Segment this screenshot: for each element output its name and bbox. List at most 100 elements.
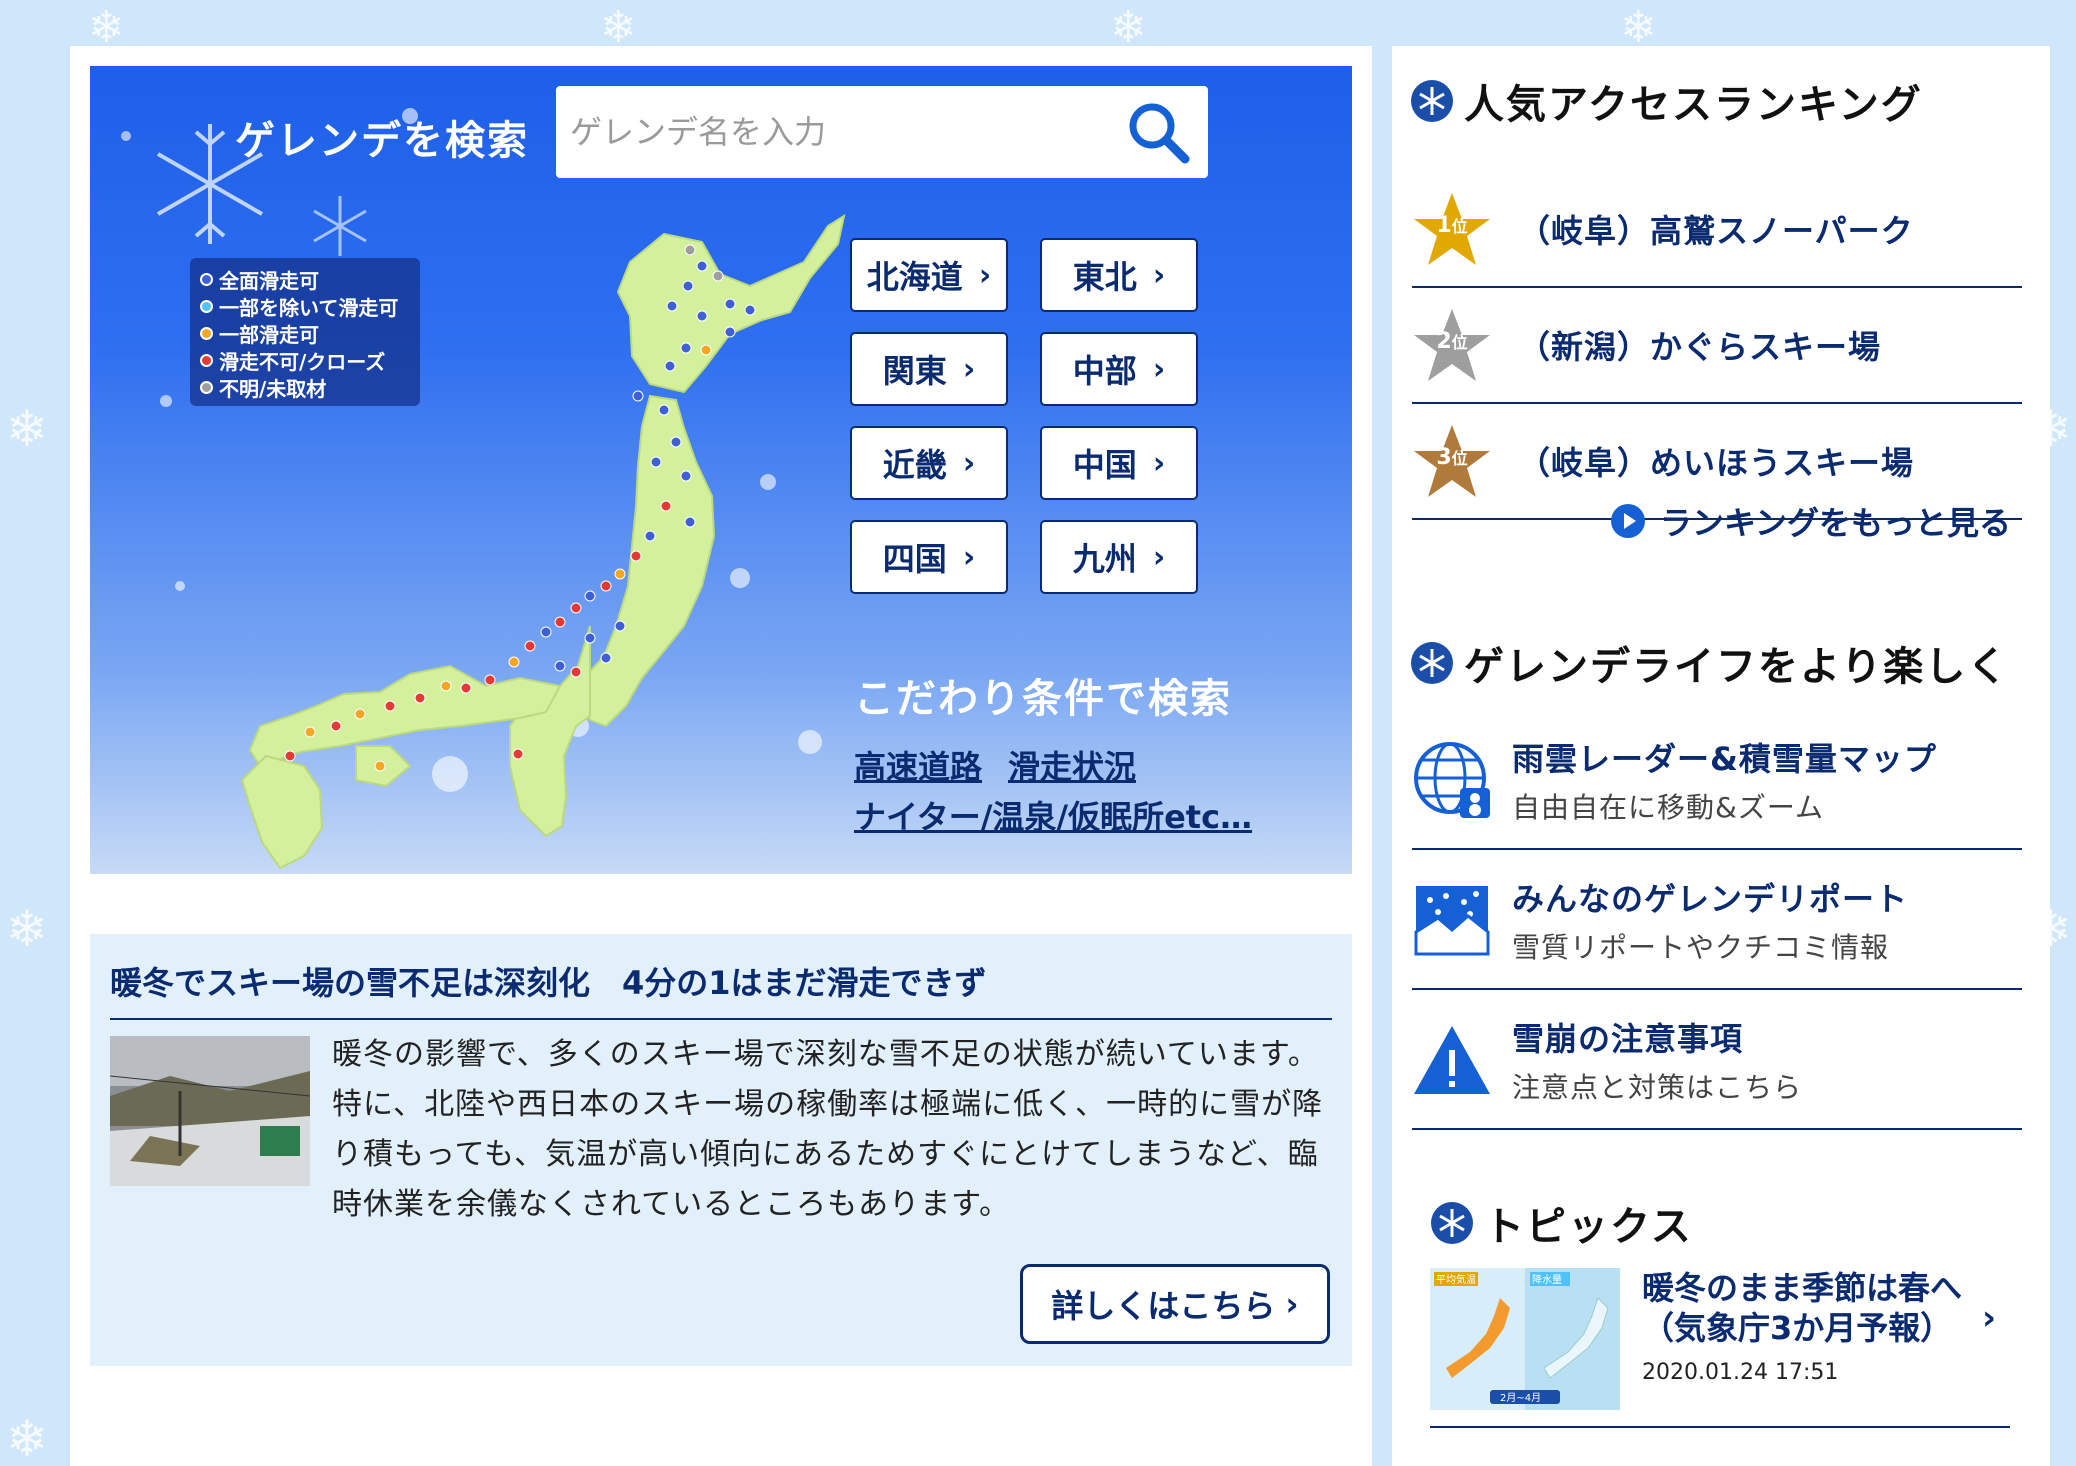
- feature-title: 雪崩の注意事項: [1512, 1020, 1744, 1058]
- topic-thumbnail: 平均気温 降水量 2月~4月: [1430, 1268, 1620, 1410]
- region-button-shikoku[interactable]: 四国 ›: [850, 520, 1008, 594]
- region-label: 近畿: [882, 446, 947, 484]
- ranking-name: （岐阜）めいほうスキー場: [1518, 444, 1915, 482]
- search-icon: [1129, 103, 1190, 164]
- snowflake-decoration: ❄: [6, 900, 48, 958]
- region-button-kanto[interactable]: 関東 ›: [850, 332, 1008, 406]
- feature-title: 雨雲レーダー&積雪量マップ: [1512, 740, 1937, 778]
- legend-label: 一部を除いて滑走可: [219, 296, 399, 320]
- region-label: 中部: [1072, 352, 1137, 390]
- legend-item: 一部滑走可: [200, 320, 410, 347]
- search-heading: ゲレンデを検索: [235, 118, 529, 164]
- news-photo: [110, 1036, 310, 1186]
- status-dot-icon: [200, 300, 213, 313]
- status-legend: 全面滑走可 一部を除いて滑走可 一部滑走可 滑走不可/クローズ 不明/未取材: [190, 258, 420, 406]
- news-body: 暖冬の影響で、多くのスキー場で深刻な雪不足の状態が続いています。 特に、北陸や西…: [332, 1037, 1324, 1222]
- status-dot-icon: [200, 327, 213, 340]
- snowflake-badge-icon: [1431, 1202, 1473, 1244]
- snowflake-decoration: ❄: [6, 1410, 48, 1466]
- region-label: 北海道: [866, 258, 963, 296]
- legend-item: 滑走不可/クローズ: [200, 347, 410, 374]
- legend-label: 不明/未取材: [219, 377, 327, 401]
- feature-snow-report[interactable]: みんなのゲレンデリポート 雪質リポートやクチコミ情報: [1412, 852, 2022, 990]
- search-button[interactable]: [1108, 86, 1208, 178]
- news-more-label: 詳しくはこちら: [1051, 1287, 1276, 1325]
- topics-heading: トピックス: [1430, 1194, 1693, 1252]
- chevron-right-icon: ›: [962, 351, 976, 387]
- ranking-name: （新潟）かぐらスキー場: [1518, 328, 1882, 366]
- region-label: 中国: [1072, 446, 1137, 484]
- side-panel: 人気アクセスランキング 1位 （岐阜）高鷲スノーパーク 2位 （新潟）かぐらスキ…: [1392, 46, 2050, 1466]
- topics-heading-text: トピックス: [1484, 1204, 1693, 1250]
- topic-item[interactable]: 平均気温 降水量 2月~4月 暖冬のまま季節は春へ（気象庁3か月予報） 2020…: [1430, 1268, 2010, 1428]
- region-button-chubu[interactable]: 中部 ›: [1040, 332, 1198, 406]
- ranking-name: （岐阜）高鷲スノーパーク: [1518, 212, 1914, 250]
- resort-search-hero: ゲレンデを検索 全面滑走可 一部を除いて滑走可 一部滑走可: [90, 66, 1352, 874]
- rank-number: 2: [1436, 329, 1452, 354]
- legend-label: 一部滑走可: [219, 323, 319, 347]
- snowflake-icon: [313, 196, 367, 256]
- status-dot-icon: [200, 273, 213, 286]
- chevron-right-icon: ›: [978, 257, 992, 293]
- main-panel: ゲレンデを検索 全面滑走可 一部を除いて滑走可 一部滑走可: [70, 46, 1372, 1466]
- more-ranking-label: ランキングをもっと見る: [1660, 504, 2012, 542]
- link-slope-status[interactable]: 滑走状況: [1008, 748, 1136, 786]
- condition-links: 高速道路 滑走状況 ナイター/温泉/仮眠所etc…: [854, 742, 1278, 842]
- thumb-label-period: 2月~4月: [1500, 1392, 1541, 1404]
- chevron-right-icon: ›: [1152, 445, 1166, 481]
- region-label: 関東: [882, 352, 947, 390]
- rank-star-icon: 2位: [1412, 305, 1492, 385]
- snowflake-badge-icon: [1411, 642, 1453, 684]
- status-dot-icon: [200, 354, 213, 367]
- features-heading-text: ゲレンデライフをより楽しく: [1464, 644, 2010, 690]
- features-heading: ゲレンデライフをより楽しく: [1410, 634, 2009, 692]
- rank-star-icon: 1位: [1412, 189, 1492, 269]
- topic-date: 2020.01.24 17:51: [1642, 1360, 1839, 1385]
- region-label: 東北: [1072, 258, 1137, 296]
- status-dot-icon: [200, 381, 213, 394]
- news-section: 暖冬でスキー場の雪不足は深刻化 4分の1はまだ滑走できず 暖冬の影響で、多くのス…: [90, 934, 1352, 1366]
- chevron-right-icon: ›: [962, 539, 976, 575]
- region-button-hokkaido[interactable]: 北海道 ›: [850, 238, 1008, 312]
- warning-icon: [1414, 1026, 1490, 1094]
- ranking-item[interactable]: 2位 （新潟）かぐらスキー場: [1412, 288, 2022, 404]
- region-button-kyushu[interactable]: 九州 ›: [1040, 520, 1198, 594]
- globe-icon: [1414, 742, 1490, 818]
- region-button-kinki[interactable]: 近畿 ›: [850, 426, 1008, 500]
- feature-avalanche[interactable]: 雪崩の注意事項 注意点と対策はこちら: [1412, 992, 2022, 1130]
- link-night-onsen[interactable]: ナイター/温泉/仮眠所etc…: [854, 798, 1252, 836]
- feature-subtitle: 雪質リポートやクチコミ情報: [1512, 931, 1890, 964]
- chevron-right-icon: ›: [1152, 539, 1166, 575]
- link-expressway[interactable]: 高速道路: [854, 748, 982, 786]
- rank-star-icon: 3位: [1412, 421, 1492, 501]
- region-button-tohoku[interactable]: 東北 ›: [1040, 238, 1198, 312]
- feature-radar-map[interactable]: 雨雲レーダー&積雪量マップ 自由自在に移動&ズーム: [1412, 712, 2022, 850]
- region-button-chugoku[interactable]: 中国 ›: [1040, 426, 1198, 500]
- region-label: 九州: [1072, 540, 1137, 578]
- news-title[interactable]: 暖冬でスキー場の雪不足は深刻化 4分の1はまだ滑走できず: [110, 958, 1332, 1020]
- rank-suffix: 位: [1451, 449, 1468, 468]
- ranking-item[interactable]: 1位 （岐阜）高鷲スノーパーク: [1412, 172, 2022, 288]
- chevron-right-icon: ›: [962, 445, 976, 481]
- chevron-right-icon: ›: [1982, 1298, 1997, 1338]
- search-input[interactable]: [556, 86, 1108, 178]
- feature-title: みんなのゲレンデリポート: [1512, 880, 1909, 918]
- legend-item: 一部を除いて滑走可: [200, 293, 410, 320]
- more-ranking-link[interactable]: ランキングをもっと見る: [1610, 498, 2011, 544]
- search-box: [556, 86, 1208, 178]
- news-more-button[interactable]: 詳しくはこちら ›: [1020, 1264, 1330, 1344]
- rank-suffix: 位: [1451, 333, 1468, 352]
- rank-number: 3: [1436, 445, 1452, 470]
- topic-title: 暖冬のまま季節は春へ（気象庁3か月予報）: [1642, 1269, 1963, 1347]
- thumb-label-temp: 平均気温: [1436, 1273, 1476, 1286]
- play-circle-icon: [1611, 504, 1645, 538]
- rank-number: 1: [1436, 213, 1452, 238]
- snowflake-decoration: ❄: [6, 400, 48, 458]
- ranking-heading: 人気アクセスランキング: [1410, 72, 1923, 130]
- legend-label: 滑走不可/クローズ: [219, 350, 386, 374]
- chevron-right-icon: ›: [1285, 1285, 1299, 1323]
- region-label: 四国: [882, 540, 947, 578]
- rank-suffix: 位: [1451, 217, 1468, 236]
- legend-item: 不明/未取材: [200, 374, 410, 401]
- snowflake-badge-icon: [1411, 80, 1453, 122]
